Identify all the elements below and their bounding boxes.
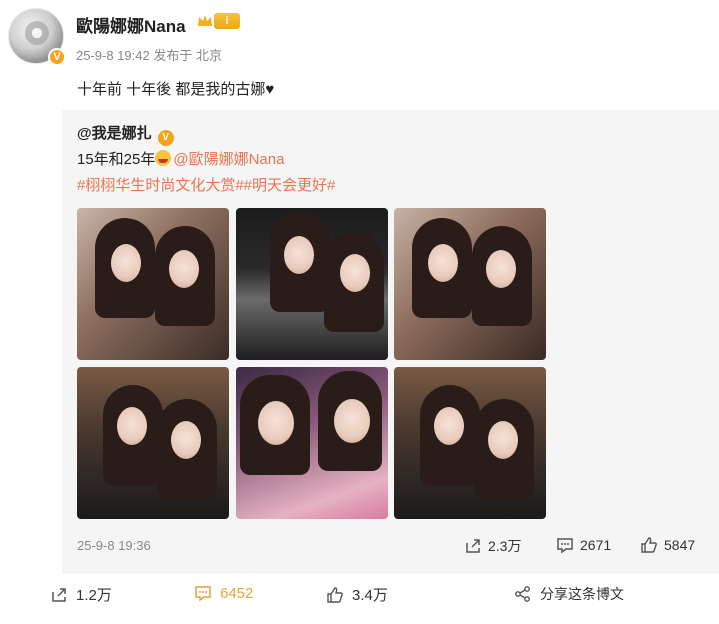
repost-text-prefix: 15年和25年 xyxy=(77,151,156,168)
repost-like-button[interactable]: 5847 xyxy=(640,536,695,554)
comment-button[interactable]: 6452 xyxy=(194,584,253,602)
verified-badge-icon: V xyxy=(48,48,66,66)
photo-4[interactable] xyxy=(77,367,229,519)
comment-icon xyxy=(557,538,573,554)
repost-comment-button[interactable]: 2671 xyxy=(556,536,611,554)
thumbs-up-icon xyxy=(327,586,343,603)
thumbs-up-icon xyxy=(641,537,657,553)
photo-grid xyxy=(77,208,547,520)
repost-username-text[interactable]: @我是娜扎 xyxy=(77,125,152,142)
repost-username[interactable]: @我是娜扎 V xyxy=(77,122,174,146)
forward-count: 1.2万 xyxy=(76,587,112,604)
hashtag-links[interactable]: #栩栩华生时尚文化大赏##明天会更好# xyxy=(77,174,335,195)
share-label: 分享这条博文 xyxy=(540,586,624,602)
mention-link[interactable]: @歐陽娜娜Nana xyxy=(173,151,284,168)
repost-comment-count: 2671 xyxy=(580,537,612,553)
forward-icon xyxy=(466,539,480,553)
post-header: V 歐陽娜娜Nana i 25-9-8 19:42 发布于 北京 xyxy=(0,0,719,72)
post-text: 十年前 十年後 都是我的古娜♥ xyxy=(77,81,275,98)
crown-icon xyxy=(198,15,212,26)
photo-5[interactable] xyxy=(236,367,388,519)
post-meta: 25-9-8 19:42 发布于 北京 xyxy=(76,48,222,63)
share-icon xyxy=(515,586,530,602)
post-username[interactable]: 歐陽娜娜Nana xyxy=(76,12,186,37)
repost-time: 25-9-8 19:36 xyxy=(77,538,151,553)
laughing-emoji-icon xyxy=(155,150,172,166)
like-count: 3.4万 xyxy=(352,587,388,604)
photo-6[interactable] xyxy=(394,367,546,519)
photo-2[interactable] xyxy=(236,208,388,360)
photo-3[interactable] xyxy=(394,208,546,360)
vip-badge: i xyxy=(214,13,240,29)
share-button[interactable]: 分享这条博文 xyxy=(514,584,624,604)
repost-forward-button[interactable]: 2.3万 xyxy=(464,536,521,556)
like-button[interactable]: 3.4万 xyxy=(326,584,388,605)
verified-badge-icon: V xyxy=(157,130,174,146)
repost-like-count: 5847 xyxy=(664,537,696,553)
comment-icon xyxy=(195,586,211,602)
repost-text: 15年和25年 @歐陽娜娜Nana xyxy=(77,148,284,169)
forward-button[interactable]: 1.2万 xyxy=(50,584,112,605)
repost-forward-count: 2.3万 xyxy=(488,538,522,554)
photo-1[interactable] xyxy=(77,208,229,360)
comment-count: 6452 xyxy=(220,584,254,602)
forward-icon xyxy=(52,587,66,602)
